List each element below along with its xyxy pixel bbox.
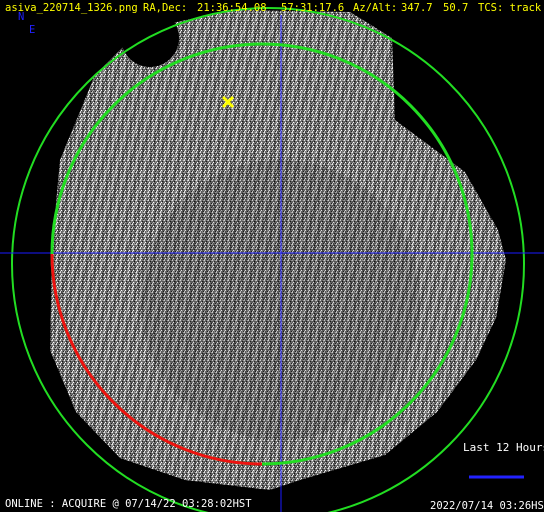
alt-value: 50.7 <box>443 2 469 14</box>
compass-north-label: N <box>18 11 25 23</box>
obstruction-blob <box>121 9 179 67</box>
dec-value: 57:31:17.6 <box>281 2 345 14</box>
sky-image <box>50 9 506 490</box>
tcs-status: TCS: track <box>478 2 542 14</box>
allsky-view <box>0 7 544 512</box>
radec-label: RA,Dec: <box>143 2 188 14</box>
image-filename: asiva_220714_1326.png <box>5 2 138 14</box>
legend-label: Last 12 Hours <box>463 441 544 454</box>
image-timestamp: 2022/07/14 03:26HST <box>430 500 544 512</box>
compass-east-label: E <box>29 24 36 36</box>
status-line: ONLINE : ACQUIRE @ 07/14/22 03:28:02HST <box>5 498 252 510</box>
azalt-label: Az/Alt: <box>353 2 398 14</box>
az-value: 347.7 <box>401 2 433 14</box>
ra-value: 21:36:54.08 <box>197 2 267 14</box>
